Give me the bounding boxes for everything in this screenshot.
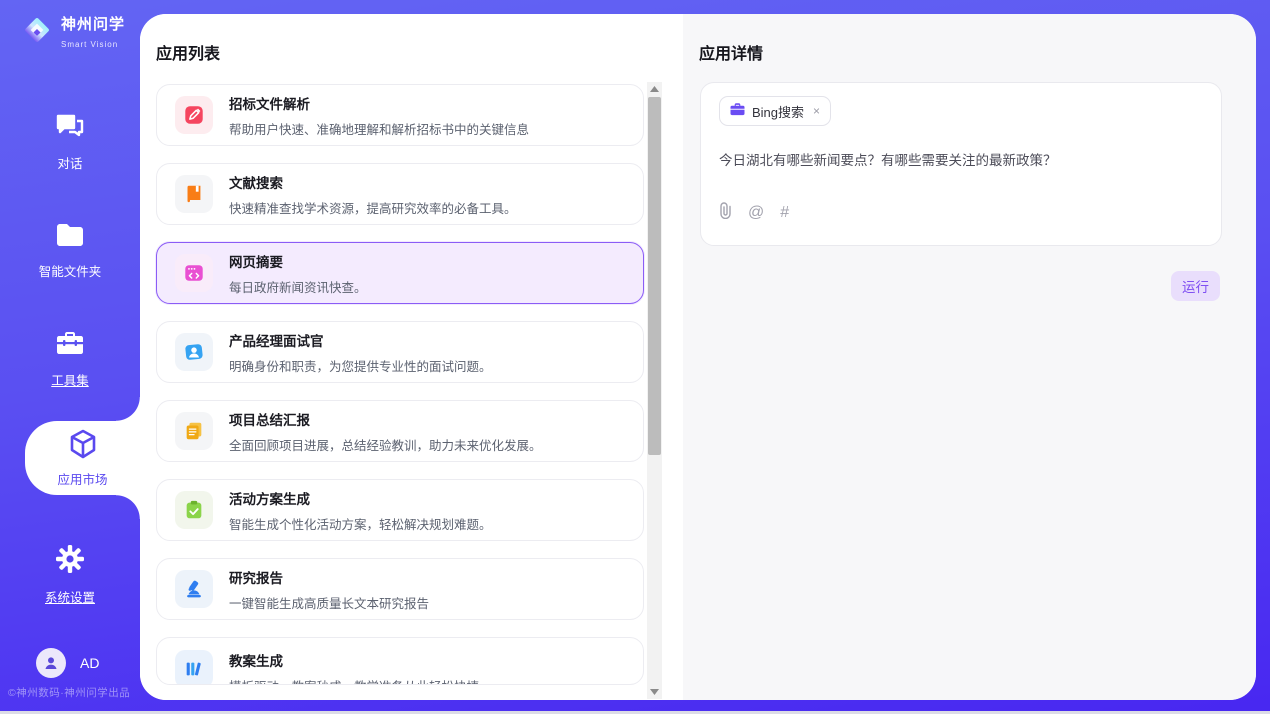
brand-logo: 神州问学 Smart Vision — [20, 13, 140, 52]
sidebar-item-label: 系统设置 — [0, 587, 140, 606]
books-icon — [175, 650, 213, 685]
tender-edit-icon — [175, 96, 213, 134]
browser-code-icon — [175, 254, 213, 292]
app-card-title: 产品经理面试官 — [229, 330, 492, 350]
app-list-title: 应用列表 — [156, 40, 220, 64]
microscope-icon — [175, 570, 213, 608]
app-card-list: 招标文件解析 帮助用户快速、准确地理解和解析招标书中的关键信息 文献搜索 快速精… — [156, 84, 644, 700]
sidebar-item-smart-folder[interactable]: 智能文件夹 — [0, 222, 140, 280]
app-card-pm-interviewer[interactable]: 产品经理面试官 明确身份和职责，为您提供专业性的面试问题。 — [156, 321, 644, 383]
sidebar: 神州问学 Smart Vision 对话 智能文件夹 — [0, 0, 140, 714]
scrollbar-thumb[interactable] — [648, 97, 661, 455]
chat-icon — [55, 127, 85, 144]
documents-icon — [175, 412, 213, 450]
list-scrollbar[interactable] — [647, 82, 662, 699]
scroll-down-button[interactable] — [647, 685, 662, 699]
app-card-title: 文献搜索 — [229, 172, 517, 192]
mention-icon[interactable]: @ — [748, 205, 764, 221]
app-card-title: 网页摘要 — [229, 251, 367, 271]
sidebar-item-settings[interactable]: 系统设置 — [0, 544, 140, 606]
interviewer-icon — [175, 333, 213, 371]
app-card-desc: 帮助用户快速、准确地理解和解析招标书中的关键信息 — [229, 119, 529, 138]
app-card-title: 活动方案生成 — [229, 488, 492, 508]
app-card-desc: 智能生成个性化活动方案，轻松解决规划难题。 — [229, 514, 492, 533]
app-card-lesson-plan[interactable]: 教案生成 模板驱动，教案秒成，教学准备从此轻松快捷 — [156, 637, 644, 685]
app-card-literature-search[interactable]: 文献搜索 快速精准查找学术资源，提高研究效率的必备工具。 — [156, 163, 644, 225]
app-card-event-plan[interactable]: 活动方案生成 智能生成个性化活动方案，轻松解决规划难题。 — [156, 479, 644, 541]
toolbox-icon — [55, 344, 85, 361]
app-card-title: 项目总结汇报 — [229, 409, 542, 429]
query-card[interactable]: Bing搜索 × 今日湖北有哪些新闻要点？有哪些需要关注的最新政策？ @ # — [700, 82, 1222, 246]
run-button[interactable]: 运行 — [1171, 271, 1220, 301]
sidebar-footer-copyright: ©神州数码·神州问学出品 — [8, 685, 140, 700]
paperclip-icon[interactable] — [719, 202, 732, 223]
app-card-desc: 一键智能生成高质量长文本研究报告 — [229, 593, 429, 612]
hashtag-icon[interactable]: # — [780, 205, 789, 221]
gear-icon — [55, 561, 85, 578]
app-card-desc: 模板驱动，教案秒成，教学准备从此轻松快捷 — [229, 676, 479, 685]
folder-icon — [55, 235, 85, 252]
brand-tagline: Smart Vision — [61, 40, 118, 49]
app-detail-panel: 应用详情 Bing搜索 × 今日湖北有哪些新闻要点？有哪些需要关注的最新政策？ — [683, 14, 1256, 700]
sidebar-item-chat[interactable]: 对话 — [0, 112, 140, 172]
sidebar-item-label: 对话 — [0, 153, 140, 172]
cube-icon — [68, 428, 98, 465]
user-initials: AD — [80, 655, 99, 671]
app-card-project-summary[interactable]: 项目总结汇报 全面回顾项目进展，总结经验教训，助力未来优化发展。 — [156, 400, 644, 462]
clipboard-check-icon — [175, 491, 213, 529]
sidebar-item-label: 工具集 — [0, 370, 140, 389]
app-card-title: 教案生成 — [229, 650, 479, 670]
app-card-desc: 快速精准查找学术资源，提高研究效率的必备工具。 — [229, 198, 517, 217]
app-card-desc: 明确身份和职责，为您提供专业性的面试问题。 — [229, 356, 492, 375]
app-detail-title: 应用详情 — [699, 40, 763, 64]
app-card-desc: 每日政府新闻资讯快查。 — [229, 277, 367, 296]
app-list-panel: 应用列表 招标文件解析 帮助用户快速、准确地理解和解析招标书中的关键信息 — [140, 14, 683, 700]
composer-toolbar: @ # — [719, 202, 789, 223]
brand-diamond-icon — [20, 13, 54, 52]
brand-name: 神州问学 — [61, 16, 125, 33]
app-card-title: 招标文件解析 — [229, 93, 529, 113]
app-card-web-summary[interactable]: 网页摘要 每日政府新闻资讯快查。 — [156, 242, 644, 304]
sidebar-item-label: 智能文件夹 — [0, 261, 140, 280]
sidebar-item-toolset[interactable]: 工具集 — [0, 330, 140, 389]
scroll-up-button[interactable] — [647, 82, 662, 96]
tool-tag-label: Bing搜索 — [752, 102, 804, 121]
app-card-tender-parse[interactable]: 招标文件解析 帮助用户快速、准确地理解和解析招标书中的关键信息 — [156, 84, 644, 146]
briefcase-icon — [730, 102, 745, 121]
avatar — [36, 648, 66, 678]
user-account[interactable]: AD — [36, 648, 99, 678]
tag-close-icon[interactable]: × — [813, 104, 820, 118]
tool-tag-bing-search[interactable]: Bing搜索 × — [719, 96, 831, 126]
app-card-research-report[interactable]: 研究报告 一键智能生成高质量长文本研究报告 — [156, 558, 644, 620]
book-icon — [175, 175, 213, 213]
sidebar-item-label: 应用市场 — [57, 469, 107, 488]
app-card-desc: 全面回顾项目进展，总结经验教训，助力未来优化发展。 — [229, 435, 542, 454]
query-input-text[interactable]: 今日湖北有哪些新闻要点？有哪些需要关注的最新政策？ — [719, 151, 1203, 171]
main-content: 应用列表 招标文件解析 帮助用户快速、准确地理解和解析招标书中的关键信息 — [140, 14, 1256, 700]
sidebar-item-app-market[interactable]: 应用市场 — [25, 421, 140, 495]
app-card-title: 研究报告 — [229, 567, 429, 587]
